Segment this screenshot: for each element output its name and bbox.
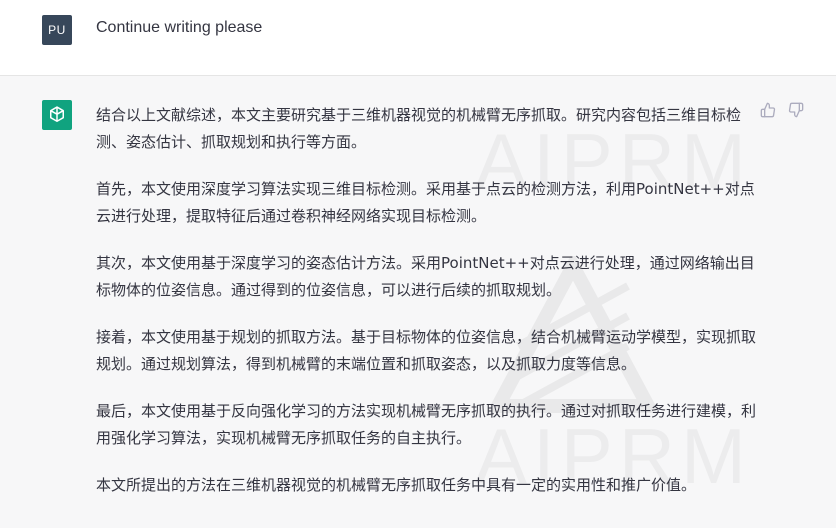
paragraph: 接着，本文使用基于规划的抓取方法。基于目标物体的位姿信息，结合机械臂运动学模型，… (96, 328, 757, 373)
user-message-text: Continue writing please (96, 19, 263, 36)
paragraph: 本文所提出的方法在三维机器视觉的机械臂无序抓取任务中具有一定的实用性和推广价值。 (96, 476, 697, 494)
assistant-message-text: 结合以上文献综述，本文主要研究基于三维机器视觉的机械臂无序抓取。研究内容包括三维… (96, 102, 756, 519)
assistant-message-row: AIPRM AIPRM 结合以上文献综述，本文主要研究基于三维机器视觉的机械臂无… (0, 76, 836, 528)
thumbs-up-icon[interactable] (760, 102, 776, 118)
user-avatar: PU (42, 15, 72, 45)
openai-logo-icon (42, 100, 72, 130)
thumbs-down-icon[interactable] (788, 102, 804, 118)
paragraph: 结合以上文献综述，本文主要研究基于三维机器视觉的机械臂无序抓取。研究内容包括三维… (96, 106, 742, 151)
paragraph: 首先，本文使用深度学习算法实现三维目标检测。采用基于点云的检测方法，利用Poin… (96, 180, 755, 225)
paragraph: 其次，本文使用基于深度学习的姿态估计方法。采用PointNet++对点云进行处理… (96, 254, 755, 299)
feedback-actions (760, 102, 804, 118)
paragraph: 最后，本文使用基于反向强化学习的方法实现机械臂无序抓取的执行。通过对抓取任务进行… (96, 402, 757, 447)
user-message-row: PU Continue writing please (0, 0, 836, 76)
